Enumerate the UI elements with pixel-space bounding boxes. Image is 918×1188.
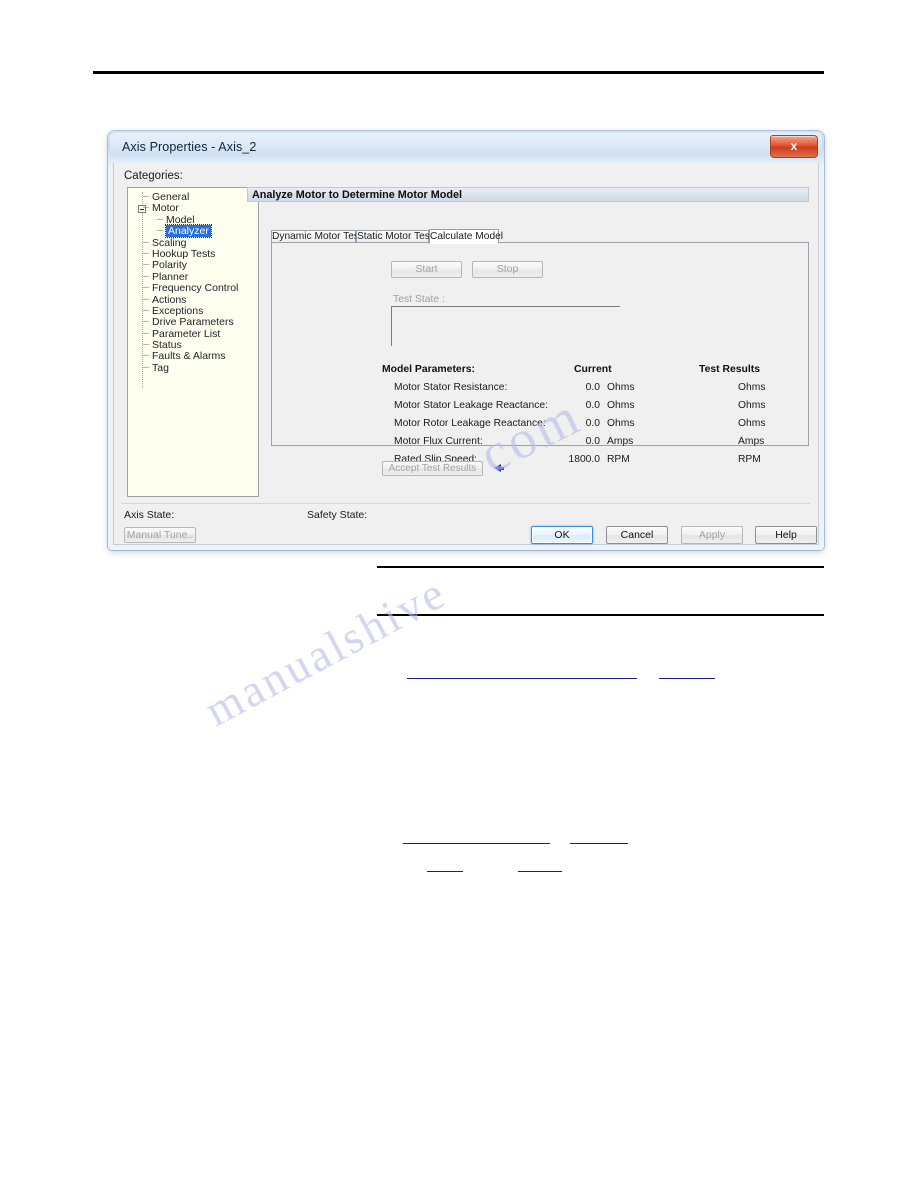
table-row: Motor Flux Current: 0.0 Amps Amps bbox=[382, 436, 802, 454]
axis-state-label: Axis State: bbox=[124, 509, 175, 521]
parameter-current: 0.0 bbox=[585, 436, 600, 447]
parameter-unit: Amps bbox=[607, 436, 634, 447]
sidebar-item-label: Analyzer – bbox=[157, 224, 212, 239]
parameter-result-unit: RPM bbox=[738, 454, 761, 465]
window-title: Axis Properties - Axis_2 bbox=[122, 140, 257, 154]
document-link-underline[interactable] bbox=[427, 871, 463, 872]
page-mid-rule-lower bbox=[377, 614, 824, 616]
parameter-current: 0.0 bbox=[585, 400, 600, 411]
page-top-rule bbox=[93, 71, 824, 74]
watermark-text-primary: manualshive bbox=[196, 566, 455, 736]
help-button[interactable]: Help bbox=[755, 526, 817, 544]
cancel-button[interactable]: Cancel bbox=[606, 526, 668, 544]
model-parameters-table: Model Parameters: Current Test Results M… bbox=[382, 364, 802, 472]
sidebar-item-label: Scaling – bbox=[143, 235, 187, 249]
apply-button[interactable]: Apply bbox=[681, 526, 743, 544]
sidebar-item-label: Drive Parameters – bbox=[143, 315, 234, 329]
col-header-parameters: Model Parameters: bbox=[382, 364, 475, 375]
sidebar-item-label: Model – bbox=[157, 212, 195, 226]
tabstrip: Dynamic Motor Test Static Motor Test Cal… bbox=[271, 229, 809, 244]
table-row: Motor Stator Resistance: 0.0 Ohms Ohms bbox=[382, 382, 802, 400]
sidebar-item-label: Faults & Alarms – bbox=[143, 349, 226, 363]
tree-branch-icon: – bbox=[143, 201, 149, 214]
axis-properties-dialog: Axis Properties - Axis_2 x Categories: G… bbox=[108, 131, 824, 550]
tree-branch-icon: – bbox=[143, 315, 149, 328]
close-icon[interactable]: x bbox=[770, 135, 818, 158]
footer-divider bbox=[122, 503, 810, 504]
parameter-current: 0.0 bbox=[585, 382, 600, 393]
tree-branch-icon: – bbox=[157, 224, 163, 237]
parameter-unit: Ohms bbox=[607, 400, 635, 411]
parameter-unit: Ohms bbox=[607, 418, 635, 429]
col-header-current: Current bbox=[574, 364, 612, 375]
parameter-result-unit: Ohms bbox=[738, 400, 766, 411]
manual-tune-button[interactable]: Manual Tune.. bbox=[124, 527, 196, 543]
sidebar-item-label: Frequency Control – bbox=[143, 281, 239, 295]
stop-button[interactable]: Stop bbox=[472, 261, 543, 278]
accept-test-results-button[interactable]: Accept Test Results bbox=[382, 461, 483, 476]
document-link-underline[interactable] bbox=[570, 843, 628, 844]
parameter-name: Motor Flux Current: bbox=[394, 436, 483, 447]
test-state-label: Test State : bbox=[393, 294, 445, 305]
sidebar-item-label: Parameter List – bbox=[143, 326, 221, 340]
parameter-unit: RPM bbox=[607, 454, 630, 465]
sidebar-item-label: Actions – bbox=[143, 292, 187, 306]
sidebar-item-tag[interactable]: Tag – bbox=[128, 360, 258, 374]
parameter-current: 0.0 bbox=[585, 418, 600, 429]
table-row: Motor Stator Leakage Reactance: 0.0 Ohms Oh… bbox=[382, 400, 802, 418]
tree-branch-icon: – bbox=[143, 360, 149, 373]
parameter-name: Motor Stator Resistance: bbox=[394, 382, 508, 393]
parameter-result-unit: Ohms bbox=[738, 382, 766, 393]
table-row: Motor Rotor Leakage Reactance: 0.0 Ohms Ohm… bbox=[382, 418, 802, 436]
tab-calculate-model[interactable]: Calculate Model bbox=[429, 229, 503, 244]
parameter-current: 1800.0 bbox=[568, 454, 601, 465]
page-title: Analyze Motor to Determine Motor Model bbox=[252, 189, 462, 201]
document-link-underline[interactable] bbox=[403, 843, 550, 844]
parameter-result-unit: Ohms bbox=[738, 418, 766, 429]
document-link-underline[interactable] bbox=[659, 678, 715, 679]
categories-label: Categories: bbox=[124, 170, 183, 182]
parameter-unit: Ohms bbox=[607, 382, 635, 393]
page-mid-rule-upper bbox=[377, 566, 824, 568]
calculate-model-panel: Start Stop Test State : Model Parameters… bbox=[271, 242, 809, 476]
sidebar-item-label: Tag – bbox=[143, 360, 169, 374]
dialog-client-area: Categories: General – Motor – Model – Analyzer… bbox=[113, 163, 819, 545]
parameter-result-unit: Amps bbox=[738, 436, 765, 447]
pane-header-bar: Analyze Motor to Determine Motor Model bbox=[247, 187, 809, 202]
start-button[interactable]: Start bbox=[391, 261, 462, 278]
test-state-output bbox=[391, 306, 620, 346]
sidebar-item-label: Planner – bbox=[143, 269, 189, 283]
ok-button[interactable]: OK bbox=[531, 526, 593, 544]
categories-tree[interactable]: General – Motor – Model – Analyzer – Scaling – Hoo… bbox=[127, 187, 259, 497]
table-header-row: Model Parameters: Current Test Results bbox=[382, 364, 802, 382]
document-link-underline[interactable] bbox=[407, 678, 637, 679]
tree-branch-icon: – bbox=[143, 281, 149, 294]
sidebar-item-label: Polarity – bbox=[143, 258, 188, 272]
safety-state-label: Safety State: bbox=[307, 509, 368, 521]
arrow-left-icon-tail bbox=[500, 467, 504, 470]
col-header-results: Test Results bbox=[699, 364, 761, 375]
document-link-underline[interactable] bbox=[518, 871, 562, 872]
